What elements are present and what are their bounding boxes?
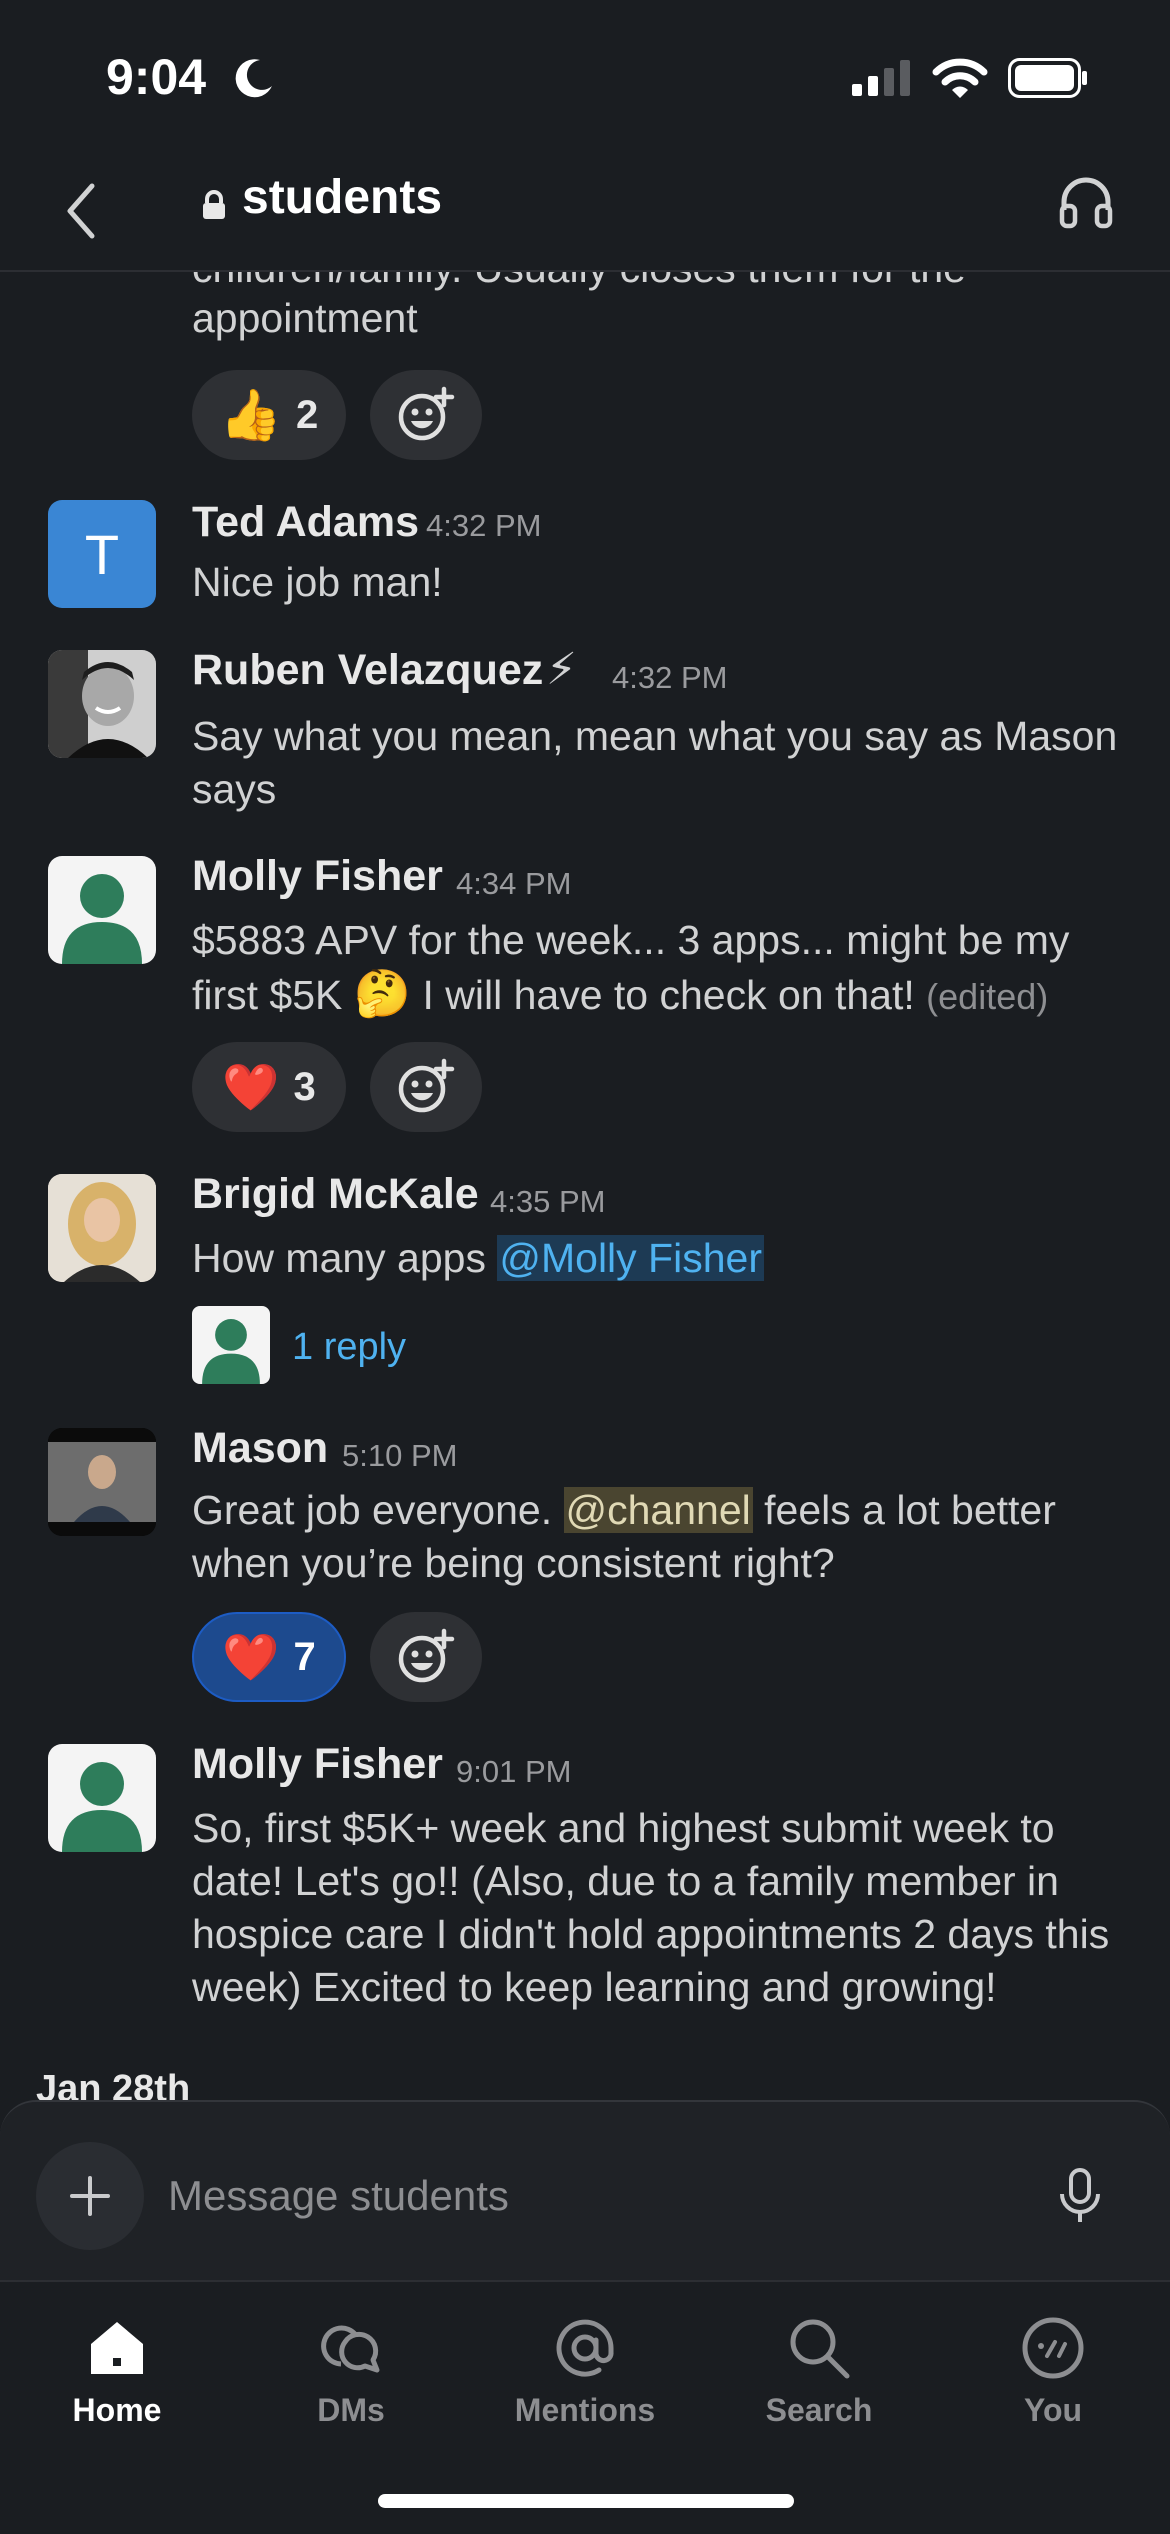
message-time: 4:32 PM [426,508,542,543]
search-icon [790,2319,850,2379]
add-reaction-button[interactable] [370,1612,482,1702]
tab-mentions[interactable]: Mentions [468,2304,702,2464]
status-emoji-lightning: ⚡ [546,645,577,694]
dms-icon [321,2325,380,2373]
heart-emoji: ❤️ [222,1630,280,1683]
add-reaction-icon [398,386,455,441]
thinking-emoji: 🤔 [353,967,412,1019]
message-text: How many apps @Molly Fisher [192,1232,1132,1285]
tab-label: DMs [317,2392,385,2428]
reaction-heart-active[interactable]: ❤️ 7 [192,1612,346,1702]
tab-label: Search [765,2392,873,2428]
add-reaction-button[interactable] [370,370,482,460]
message-text: Say what you mean, mean what you say as … [192,713,1118,812]
tab-search[interactable]: Search [702,2304,936,2464]
reaction-thumbs-up[interactable]: 👍 2 [192,370,346,460]
add-reaction-icon [398,1628,455,1683]
avatar[interactable] [48,650,156,758]
message-time: 4:35 PM [490,1184,606,1219]
tab-label: You [1023,2392,1083,2428]
user-mention-link[interactable]: @Molly Fisher [497,1235,764,1281]
headphones-icon[interactable] [1058,174,1114,230]
message-time: 5:10 PM [342,1438,458,1473]
avatar-photo [48,1428,156,1536]
thumbs-up-emoji: 👍 [219,386,282,443]
avatar[interactable] [48,1744,156,1852]
default-user-avatar-icon [62,1762,142,1852]
home-icon [91,2322,143,2374]
add-reaction-button[interactable] [370,1042,482,1132]
moon-icon [235,59,272,98]
message-author[interactable]: Mason [192,1424,328,1473]
avatar[interactable] [48,1428,156,1536]
plus-icon [70,2176,110,2216]
tab-home[interactable]: Home [0,2304,234,2464]
avatar[interactable] [48,856,156,964]
channel-title[interactable]: students [242,170,442,225]
message-text-part: Great job everyone. [192,1487,553,1533]
message-time: 4:32 PM [612,660,728,695]
message-text: Great job everyone. @channel feels a lot… [192,1484,1132,1590]
message-text-part: I will have to check on that! [422,972,915,1018]
default-user-avatar-icon [202,1319,260,1384]
add-reaction-icon [398,1058,455,1113]
avatar-photo [48,650,156,758]
message-time: 4:34 PM [456,866,572,901]
message-text: $5883 APV for the week... 3 apps... migh… [192,914,1132,1023]
channel-header: students [0,150,1170,272]
tab-label: Home [72,2392,162,2428]
status-time: 9:04 [106,49,207,105]
message-text-part: How many apps [192,1235,486,1281]
reaction-count: 7 [293,1634,316,1679]
tab-you[interactable]: You [936,2304,1170,2464]
mentions-icon [556,2319,614,2377]
avatar[interactable]: T [48,500,156,608]
heart-emoji: ❤️ [222,1060,280,1113]
battery-icon [1008,58,1087,98]
message-input[interactable] [168,2162,1018,2230]
reaction-count: 2 [296,392,319,437]
wifi-icon [932,58,988,98]
message-author[interactable]: Molly Fisher [192,1740,443,1789]
reaction-count: 3 [293,1064,316,1109]
lock-icon [203,190,225,219]
back-icon[interactable] [62,180,102,242]
tab-dms[interactable]: DMs [234,2304,468,2464]
home-indicator [378,2494,794,2508]
microphone-icon[interactable] [1056,2168,1104,2224]
partial-message-text: appointment [192,295,418,341]
thread-reply-avatar [192,1306,270,1384]
message-time: 9:01 PM [456,1754,572,1789]
avatar[interactable] [48,1174,156,1282]
avatar-photo [48,1174,156,1282]
message-author[interactable]: Ted Adams [192,498,419,547]
tab-label: Mentions [514,2392,656,2428]
message-text: Nice job man! [192,559,443,605]
attach-button[interactable] [36,2142,144,2250]
you-icon [1022,2317,1084,2379]
message-author[interactable]: Brigid McKale [192,1170,479,1219]
channel-mention[interactable]: @channel [563,1487,753,1533]
default-user-avatar-icon [62,874,142,964]
reaction-heart[interactable]: ❤️ 3 [192,1042,346,1132]
message-composer [0,2100,1170,2282]
edited-label: (edited) [926,976,1049,1017]
cellular-signal-icon [852,60,910,96]
message-author[interactable]: Molly Fisher [192,852,443,901]
message-text: So, first $5K+ week and highest submit w… [192,1805,1110,2010]
thread-replies-link[interactable]: 1 reply [292,1326,406,1369]
avatar-initial: T [84,522,120,586]
message-author[interactable]: Ruben Velazquez [192,646,543,695]
